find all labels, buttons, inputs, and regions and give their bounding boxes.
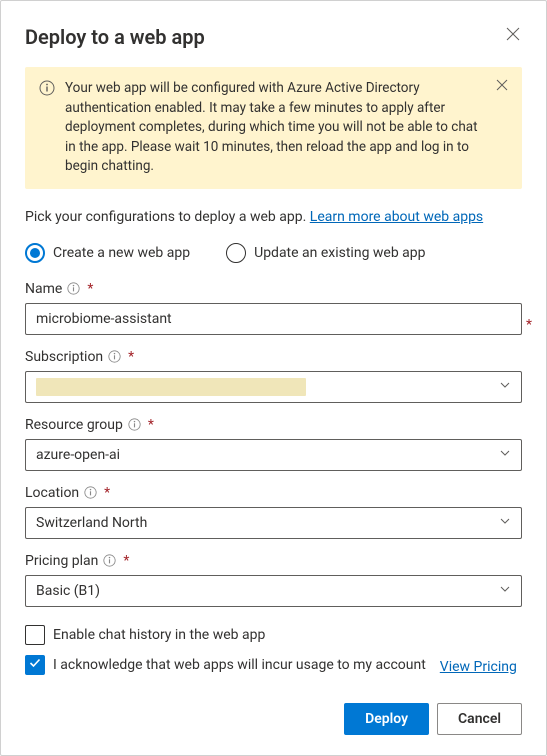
radio-label: Create a new web app [53, 245, 190, 261]
intro-prefix: Pick your configurations to deploy a web… [25, 209, 310, 225]
chevron-down-icon [499, 515, 511, 531]
dialog-header: Deploy to a web app [25, 25, 522, 49]
radio-label: Update an existing web app [254, 245, 425, 261]
label-text: Location [25, 485, 79, 501]
required-marker: * [104, 485, 110, 501]
alert-text: Your web app will be configured with Azu… [65, 79, 486, 177]
info-icon[interactable] [67, 282, 80, 295]
location-field: Location * Switzerland North [25, 485, 522, 539]
learn-more-link[interactable]: Learn more about web apps [310, 209, 483, 225]
acknowledge-row: I acknowledge that web apps will incur u… [25, 655, 522, 675]
required-marker: * [526, 317, 532, 333]
checkbox-label[interactable]: Enable chat history in the web app [53, 627, 265, 643]
radio-icon [226, 243, 246, 263]
select-value: Basic (B1) [36, 583, 100, 599]
subscription-select[interactable] [25, 371, 522, 403]
cancel-button[interactable]: Cancel [437, 703, 522, 735]
dialog-footer: Deploy Cancel [25, 703, 522, 735]
radio-create-new[interactable]: Create a new web app [25, 243, 190, 263]
required-marker: * [128, 349, 134, 365]
info-icon[interactable] [128, 418, 141, 431]
enable-history-row: Enable chat history in the web app [25, 625, 522, 645]
name-input[interactable] [25, 303, 522, 335]
select-value: azure-open-ai [36, 447, 120, 463]
required-marker: * [148, 417, 154, 433]
dialog-close-button[interactable] [504, 25, 522, 46]
info-icon[interactable] [84, 486, 97, 499]
view-pricing-link[interactable]: View Pricing [440, 659, 517, 675]
name-field: Name * * [25, 281, 522, 335]
label-text: Name [25, 281, 62, 297]
resource-group-field: Resource group * azure-open-ai [25, 417, 522, 471]
info-alert: Your web app will be configured with Azu… [25, 67, 522, 189]
field-label: Location * [25, 485, 522, 501]
check-icon [28, 656, 42, 674]
redacted-value [36, 378, 306, 396]
chevron-down-icon [499, 379, 511, 395]
info-icon[interactable] [103, 554, 116, 567]
required-marker: * [123, 553, 129, 569]
resource-group-select[interactable]: azure-open-ai [25, 439, 522, 471]
info-icon[interactable] [108, 350, 121, 363]
radio-update-existing[interactable]: Update an existing web app [226, 243, 425, 263]
deploy-dialog: Deploy to a web app Your web app will be… [0, 0, 547, 756]
required-marker: * [87, 281, 93, 297]
close-icon [496, 79, 508, 94]
close-icon [506, 29, 520, 44]
field-label: Pricing plan * [25, 553, 522, 569]
chevron-down-icon [499, 583, 511, 599]
label-text: Resource group [25, 417, 123, 433]
intro-text: Pick your configurations to deploy a web… [25, 209, 522, 225]
field-label: Name * [25, 281, 522, 297]
deploy-mode-group: Create a new web app Update an existing … [25, 243, 522, 263]
field-label: Subscription * [25, 349, 522, 365]
alert-close-button[interactable] [496, 79, 508, 94]
subscription-field: Subscription * [25, 349, 522, 403]
checkbox-label[interactable]: I acknowledge that web apps will incur u… [53, 657, 426, 673]
label-text: Subscription [25, 349, 103, 365]
field-label: Resource group * [25, 417, 522, 433]
chevron-down-icon [499, 447, 511, 463]
info-icon [39, 80, 55, 100]
label-text: Pricing plan [25, 553, 98, 569]
deploy-button[interactable]: Deploy [344, 703, 429, 735]
location-select[interactable]: Switzerland North [25, 507, 522, 539]
pricing-plan-field: Pricing plan * Basic (B1) [25, 553, 522, 607]
radio-icon [25, 243, 45, 263]
pricing-plan-select[interactable]: Basic (B1) [25, 575, 522, 607]
dialog-title: Deploy to a web app [25, 25, 205, 49]
enable-history-checkbox[interactable] [25, 625, 45, 645]
select-value: Switzerland North [36, 515, 147, 531]
acknowledge-checkbox[interactable] [25, 655, 45, 675]
